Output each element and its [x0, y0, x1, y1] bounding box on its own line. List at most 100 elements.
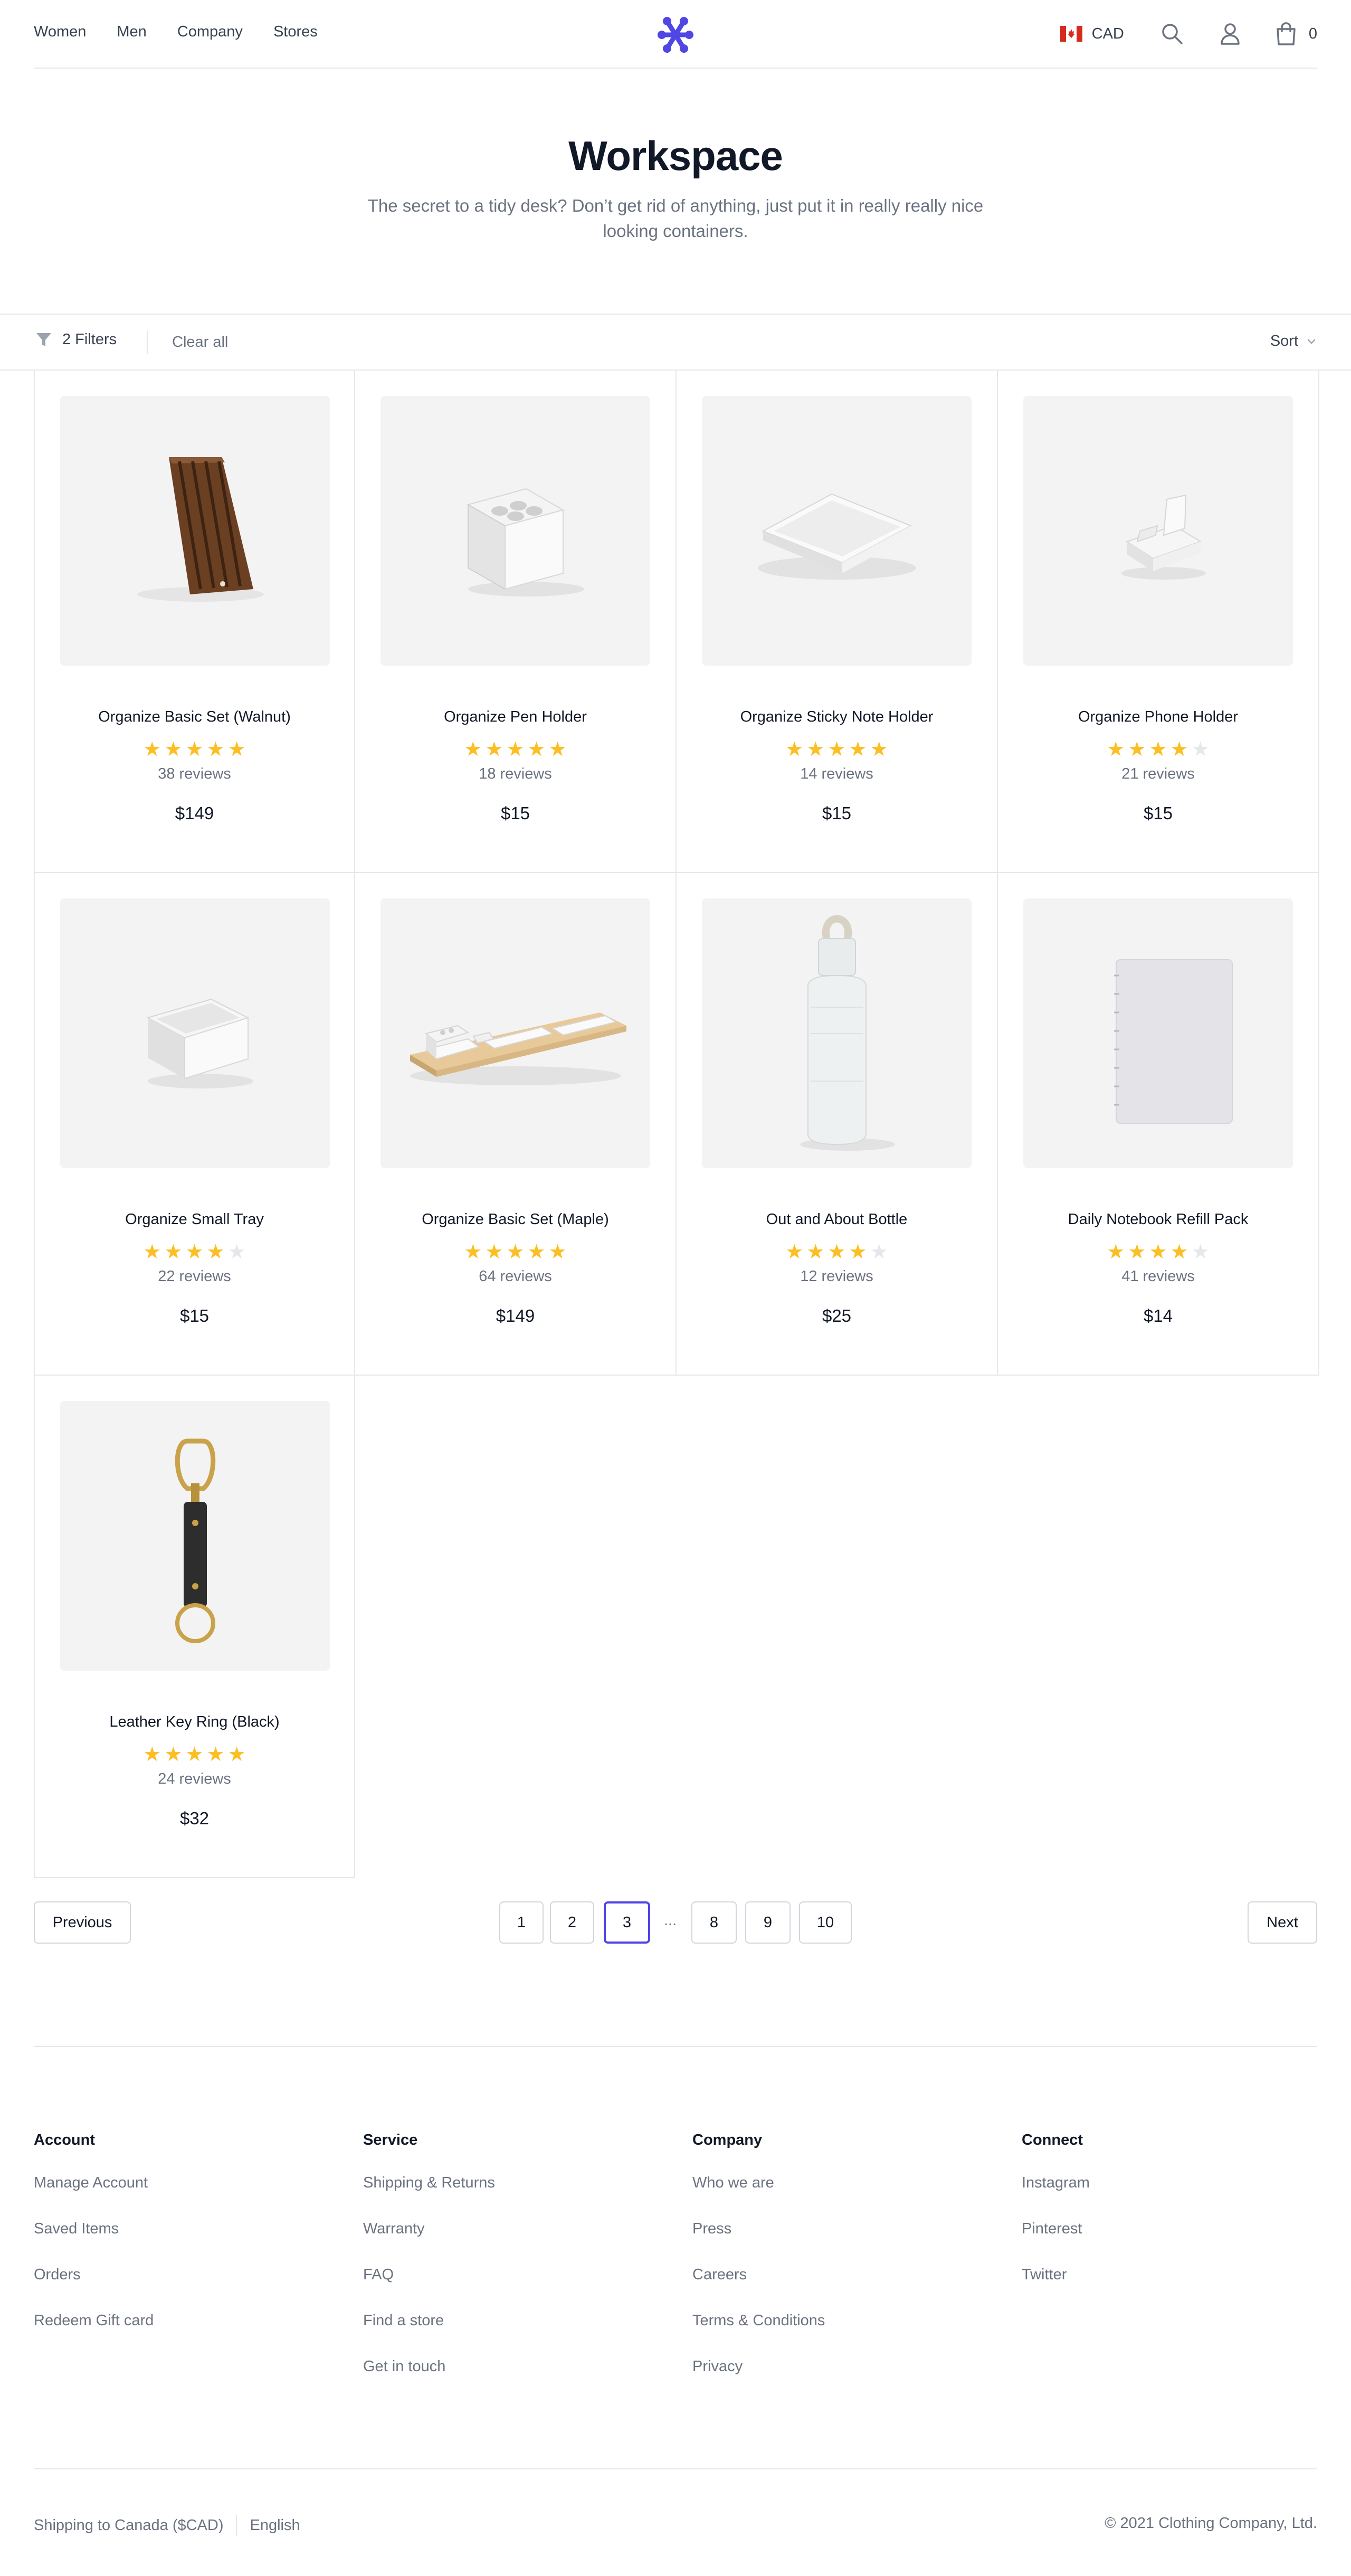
footer-link[interactable]: Redeem Gift card [34, 2312, 154, 2329]
search-icon[interactable] [1159, 21, 1185, 47]
product-name[interactable]: Out and About Bottle [677, 1211, 997, 1228]
review-count: 12 reviews [800, 1268, 873, 1285]
footer-link[interactable]: Manage Account [34, 2174, 154, 2192]
next-page-button[interactable]: Next [1248, 1901, 1317, 1944]
product-image[interactable] [702, 898, 972, 1168]
shipping-region-button[interactable]: Shipping to Canada ($CAD) [34, 2517, 223, 2534]
footer-link[interactable]: FAQ [363, 2266, 495, 2284]
product-card[interactable]: Organize Phone Holder ★ ★ ★ ★ ★ 21 reviews $… [998, 371, 1319, 873]
star-icon: ★ [870, 738, 888, 761]
product-card[interactable]: Organize Basic Set (Maple) ★ ★ ★ ★ ★ 64 revi… [355, 873, 677, 1376]
product-name[interactable]: Organize Basic Set (Maple) [355, 1211, 676, 1228]
product-name[interactable]: Daily Notebook Refill Pack [998, 1211, 1318, 1228]
footer-link[interactable]: Pinterest [1022, 2220, 1090, 2238]
product-rating: ★ ★ ★ ★ ★ [677, 738, 997, 761]
footer-link[interactable]: Saved Items [34, 2220, 154, 2238]
sort-dropdown[interactable]: Sort [1270, 333, 1317, 350]
product-card[interactable]: Organize Sticky Note Holder ★ ★ ★ ★ ★ 14 rev… [677, 371, 998, 873]
account-icon[interactable] [1217, 21, 1243, 47]
footer-link[interactable]: Instagram [1022, 2174, 1090, 2192]
product-name[interactable]: Organize Small Tray [35, 1211, 354, 1228]
footer-link[interactable]: Who we are [692, 2174, 825, 2192]
review-count: 14 reviews [800, 765, 873, 782]
footer-link[interactable]: Orders [34, 2266, 154, 2284]
product-name[interactable]: Organize Pen Holder [355, 708, 676, 726]
star-icon: ★ [1191, 738, 1210, 761]
nav-women[interactable]: Women [34, 23, 86, 41]
star-icon: ★ [849, 1241, 867, 1263]
walnut-tray-image [137, 457, 264, 602]
page-10-button[interactable]: 10 [799, 1901, 852, 1944]
nav-company[interactable]: Company [177, 23, 243, 41]
product-image[interactable] [702, 396, 972, 666]
previous-page-button[interactable]: Previous [34, 1901, 131, 1944]
footer-locale: Shipping to Canada ($CAD) English [34, 2515, 300, 2536]
filters-toggle[interactable]: 2 Filters [35, 330, 117, 348]
product-image[interactable] [60, 898, 330, 1168]
footer-link[interactable]: Privacy [692, 2358, 825, 2375]
footer-link[interactable]: Shipping & Returns [363, 2174, 495, 2192]
product-card[interactable]: Organize Pen Holder ★ ★ ★ ★ ★ 18 reviews $15 [355, 371, 677, 873]
star-icon: ★ [806, 1241, 825, 1263]
product-image[interactable] [380, 396, 650, 666]
product-price: $15 [822, 803, 852, 823]
star-icon: ★ [827, 1241, 846, 1263]
star-icon: ★ [164, 1241, 183, 1263]
footer-link[interactable]: Press [692, 2220, 825, 2238]
cart-button[interactable]: 0 [1275, 22, 1317, 46]
currency-selector[interactable]: CAD [1060, 25, 1124, 43]
product-card[interactable]: Leather Key Ring (Black) ★ ★ ★ ★ ★ 24 review… [34, 1376, 355, 1878]
product-name[interactable]: Organize Sticky Note Holder [677, 708, 997, 726]
nav-stores[interactable]: Stores [273, 23, 318, 41]
bottle-image [800, 915, 895, 1151]
product-card[interactable]: Out and About Bottle ★ ★ ★ ★ ★ 12 reviews $2… [677, 873, 998, 1376]
page-1-button[interactable]: 1 [499, 1901, 544, 1944]
page-9-button[interactable]: 9 [745, 1901, 791, 1944]
product-rating: ★ ★ ★ ★ ★ [355, 738, 676, 761]
footer-column-company: Company Who we are Press Careers Terms &… [692, 2132, 825, 2404]
product-image[interactable] [60, 1401, 330, 1671]
footer-link[interactable]: Twitter [1022, 2266, 1090, 2284]
star-icon: ★ [143, 1744, 161, 1766]
footer-bottom-divider [34, 2468, 1317, 2469]
footer-link[interactable]: Careers [692, 2266, 825, 2284]
clear-all-button[interactable]: Clear all [172, 334, 228, 351]
page-2-button[interactable]: 2 [550, 1901, 594, 1944]
product-name[interactable]: Organize Basic Set (Walnut) [35, 708, 354, 726]
product-card[interactable]: Organize Basic Set (Walnut) ★ ★ ★ ★ ★ 38 rev… [34, 371, 355, 873]
review-count: 64 reviews [479, 1268, 552, 1285]
footer-divider [34, 2046, 1317, 2047]
product-rating: ★ ★ ★ ★ ★ [35, 1240, 354, 1264]
star-icon: ★ [548, 738, 567, 761]
chevron-down-icon [1307, 339, 1316, 344]
star-icon: ★ [1149, 738, 1167, 761]
filters-count: 2 Filters [62, 330, 117, 348]
footer-link[interactable]: Find a store [363, 2312, 495, 2329]
star-icon: ★ [227, 738, 246, 761]
footer-link[interactable]: Get in touch [363, 2358, 495, 2375]
product-card[interactable]: Organize Small Tray ★ ★ ★ ★ ★ 22 reviews $15 [34, 873, 355, 1376]
pagination-ellipsis: ... [664, 1912, 677, 1929]
footer-separator [236, 2515, 237, 2536]
product-image[interactable] [380, 898, 650, 1168]
product-image[interactable] [1023, 396, 1293, 666]
product-image[interactable] [60, 396, 330, 666]
product-card[interactable]: Daily Notebook Refill Pack ★ ★ ★ ★ ★ 41 revi… [998, 873, 1319, 1376]
footer-link[interactable]: Warranty [363, 2220, 495, 2238]
nav-men[interactable]: Men [117, 23, 146, 41]
page-3-button[interactable]: 3 [604, 1901, 650, 1944]
product-rating: ★ ★ ★ ★ ★ [35, 738, 354, 761]
product-name[interactable]: Leather Key Ring (Black) [35, 1713, 354, 1731]
product-rating: ★ ★ ★ ★ ★ [998, 738, 1318, 761]
product-image[interactable] [1023, 898, 1293, 1168]
main-nav: Women Men Company Stores [34, 23, 318, 41]
star-icon: ★ [806, 738, 825, 761]
footer-link[interactable]: Terms & Conditions [692, 2312, 825, 2329]
logo-icon[interactable] [657, 16, 694, 54]
star-icon: ★ [506, 738, 525, 761]
product-name[interactable]: Organize Phone Holder [998, 708, 1318, 726]
page-8-button[interactable]: 8 [691, 1901, 737, 1944]
language-button[interactable]: English [250, 2517, 300, 2534]
star-icon: ★ [185, 1241, 204, 1263]
review-count: 21 reviews [1121, 765, 1195, 782]
